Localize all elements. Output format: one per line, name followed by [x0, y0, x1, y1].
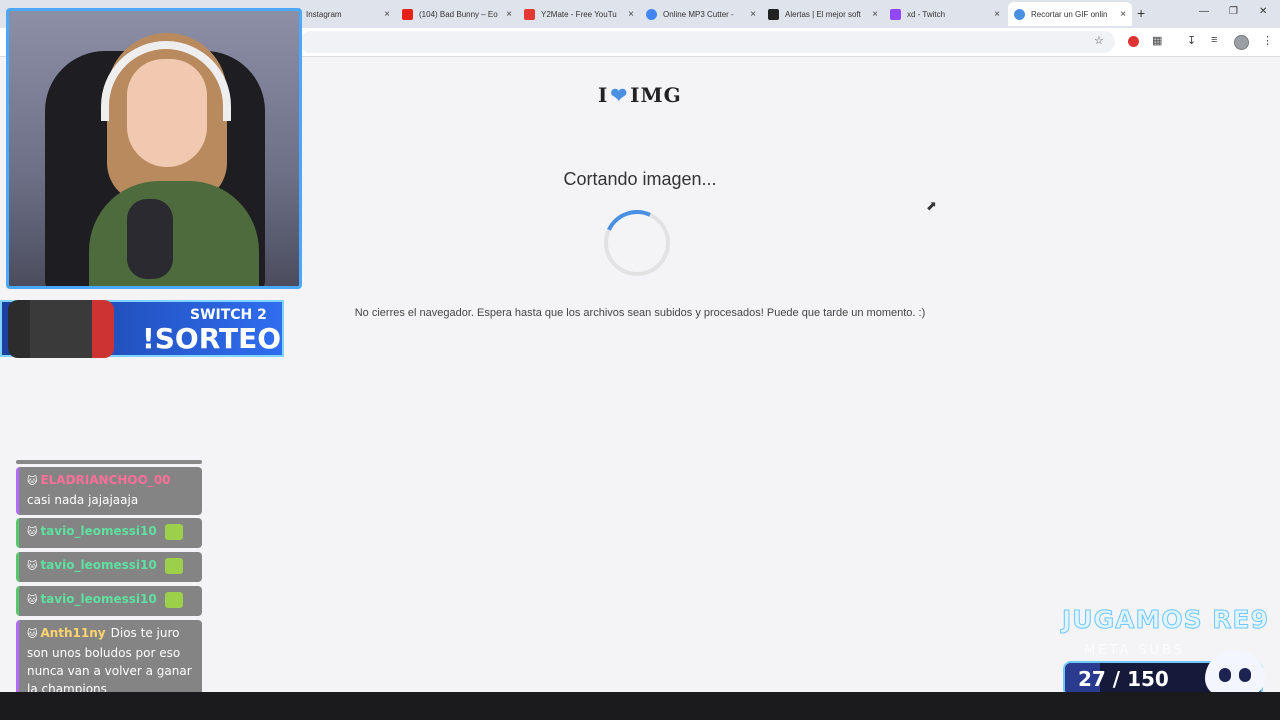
menu-kebab-icon[interactable]: ⋮: [1262, 34, 1273, 47]
joycon-left: [8, 300, 30, 358]
address-bar[interactable]: [300, 31, 1115, 53]
logo-left-text: I: [598, 83, 609, 107]
close-icon[interactable]: ×: [1120, 9, 1126, 20]
sub-goal-count: 27 / 150: [1078, 667, 1169, 691]
tab-title: (104) Bad Bunny – Eo: [419, 9, 498, 19]
chat-message: 🐱 tavio_leomessi10: [16, 518, 202, 548]
emote-icon: [164, 523, 183, 540]
tab-title: Y2Mate - Free YouTu: [541, 9, 617, 19]
youtube-icon: [402, 8, 413, 20]
chat-message: 🐱 Anth11ny Dios te juro son unos boludos p…: [16, 620, 202, 700]
cat-badge-icon: 🐱: [27, 595, 38, 606]
giveaway-title: !SORTEO: [142, 322, 282, 355]
sub-goal-subtitle: META SUBS: [1084, 643, 1186, 658]
new-tab-button[interactable]: +: [1137, 5, 1145, 21]
sub-goal-title: JUGAMOS RE9: [1061, 605, 1270, 635]
chat-username: tavio_leomessi10: [40, 592, 157, 606]
bookmark-star-icon[interactable]: ☆: [1094, 34, 1104, 47]
giveaway-subtitle: SWITCH 2: [190, 307, 267, 323]
tab-instagram[interactable]: Instagram ×: [300, 2, 396, 26]
tab-title: xd - Twitch: [907, 9, 946, 19]
chat-username: tavio_leomessi10: [40, 558, 157, 572]
alertas-icon: [768, 8, 779, 20]
chat-username: tavio_leomessi10: [40, 524, 157, 538]
tab-bad-bunny[interactable]: (104) Bad Bunny – Eo ×: [396, 2, 518, 26]
chat-username: ELADRIANCHOO_00: [40, 473, 171, 487]
chat-message: 🐱 tavio_leomessi10: [16, 552, 202, 582]
iloveimg-logo[interactable]: I ❤ IMG: [598, 83, 682, 107]
mouse-cursor-icon: ⬈: [926, 198, 937, 213]
cat-badge-icon: 🐱: [27, 561, 38, 572]
chat-username: Anth11ny: [40, 626, 106, 640]
close-icon[interactable]: ×: [750, 9, 756, 20]
media-control-icon[interactable]: ≡: [1211, 34, 1217, 46]
console-screen: [30, 300, 92, 358]
emote-icon: [164, 591, 183, 608]
tab-mp3-cutter[interactable]: Online MP3 Cutter - ×: [640, 2, 762, 26]
loading-spinner-icon: [594, 200, 680, 286]
tab-alertas[interactable]: Alertas | El mejor soft ×: [762, 2, 884, 26]
tab-title: Alertas | El mejor soft: [785, 9, 861, 19]
logo-right-text: IMG: [630, 83, 682, 107]
chat-text: casi nada jajajaaja: [27, 493, 139, 507]
heart-icon: ❤: [610, 83, 629, 107]
tab-title: Recortar un GIF onlin: [1031, 9, 1108, 19]
cat-badge-icon: 🐱: [27, 476, 38, 487]
download-icon[interactable]: ↧: [1187, 34, 1196, 47]
streamer-shirt: [89, 181, 259, 286]
chat-previous-message-edge: [16, 460, 202, 464]
emote-icon: [164, 557, 183, 574]
mp3-cutter-icon: [646, 8, 657, 20]
taskbar-strip: [0, 692, 1280, 720]
tab-title: Instagram: [306, 9, 342, 19]
close-icon[interactable]: ×: [384, 9, 390, 20]
chat-message: 🐱 ELADRIANCHOO_00 casi nada jajajaaja: [16, 467, 202, 515]
mascot-eye: [1219, 668, 1231, 682]
microphone: [127, 199, 173, 279]
cat-badge-icon: 🐱: [27, 527, 38, 538]
close-icon[interactable]: ×: [872, 9, 878, 20]
restore-icon[interactable]: ❐: [1229, 6, 1238, 17]
close-icon[interactable]: ×: [994, 9, 1000, 20]
extensions-icon[interactable]: ▦: [1152, 34, 1162, 47]
close-icon[interactable]: ×: [628, 9, 634, 20]
webcam-feed: [6, 8, 302, 289]
tab-recortar-gif[interactable]: Recortar un GIF onlin ×: [1008, 2, 1132, 26]
close-window-icon[interactable]: ✕: [1259, 6, 1267, 17]
switch-console-image: [8, 292, 128, 364]
iloveimg-icon: [1014, 8, 1025, 20]
joycon-right: [92, 300, 114, 358]
chat-message: 🐱 tavio_leomessi10: [16, 586, 202, 616]
tab-y2mate[interactable]: Y2Mate - Free YouTu ×: [518, 2, 640, 26]
extension-badge-icon[interactable]: [1128, 36, 1139, 47]
minimize-icon[interactable]: —: [1199, 6, 1209, 17]
y2mate-icon: [524, 8, 535, 20]
profile-avatar[interactable]: [1234, 35, 1249, 50]
tab-title: Online MP3 Cutter -: [663, 9, 734, 19]
cat-badge-icon: 🐱: [27, 629, 38, 640]
twitch-icon: [890, 8, 901, 20]
cat-mascot-icon: [1205, 650, 1265, 696]
mascot-eye: [1239, 668, 1251, 682]
close-icon[interactable]: ×: [506, 9, 512, 20]
tab-twitch[interactable]: xd - Twitch ×: [884, 2, 1006, 26]
